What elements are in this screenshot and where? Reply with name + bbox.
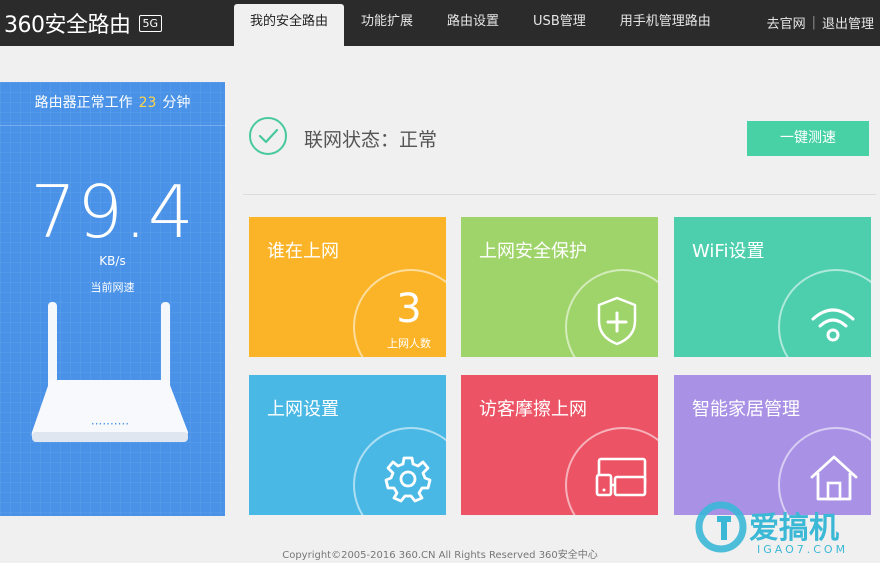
tile-title: 智能家居管理: [692, 399, 800, 420]
uptime-prefix: 路由器正常工作: [34, 95, 133, 111]
speed-panel: 路由器正常工作 23 分钟 79.4 KB/s 当前网速 ··········: [0, 82, 225, 516]
logo-text: 360安全路由: [4, 13, 131, 38]
tab-my-router[interactable]: 我的安全路由: [234, 4, 345, 46]
official-site-link[interactable]: 去官网: [767, 13, 806, 32]
watermark-url: IGAO7.COM: [757, 543, 848, 556]
uptime-value: 23: [138, 95, 157, 111]
connection-status-text: 联网状态：正常: [304, 128, 438, 151]
shield-plus-icon: [595, 295, 639, 351]
tab-usb[interactable]: USB管理: [516, 4, 603, 46]
home-icon: [808, 453, 860, 507]
divider: [243, 194, 876, 195]
tile-title: 上网设置: [267, 399, 339, 420]
online-count: 3: [396, 286, 422, 332]
tile-wifi-settings[interactable]: WiFi设置: [674, 217, 871, 357]
speed-unit: KB/s: [99, 254, 126, 268]
logout-link[interactable]: 退出管理: [822, 13, 874, 32]
tab-mobile-manage[interactable]: 用手机管理路由: [603, 4, 728, 46]
tile-title: 上网安全保护: [479, 241, 587, 262]
router-illustration-icon: ··········: [28, 302, 198, 451]
speed-test-button[interactable]: 一键测速: [747, 121, 869, 156]
watermark-logo: 爱搞机 IGAO7.COM: [695, 500, 875, 558]
tile-title: WiFi设置: [692, 241, 765, 262]
wifi-icon: [808, 295, 858, 349]
tile-internet-settings[interactable]: 上网设置: [249, 375, 446, 515]
tile-title: 谁在上网: [267, 241, 339, 262]
devices-icon: [595, 453, 651, 503]
link-separator: |: [811, 15, 816, 30]
gear-icon: [383, 453, 433, 507]
tile-guest-network[interactable]: 访客摩擦上网: [461, 375, 658, 515]
top-bar: 360安全路由 5G 我的安全路由 功能扩展 路由设置 USB管理 用手机管理路…: [0, 0, 880, 46]
connection-status: 联网状态：正常: [248, 116, 438, 160]
tile-smart-home[interactable]: 智能家居管理: [674, 375, 871, 515]
check-circle-icon: [248, 116, 288, 160]
watermark-brand: 爱搞机: [749, 511, 839, 546]
uptime-unit: 分钟: [162, 95, 191, 111]
5g-badge: 5G: [138, 14, 163, 32]
tile-title: 访客摩擦上网: [479, 399, 587, 420]
online-count-label: 上网人数: [387, 337, 431, 350]
uptime-text: 路由器正常工作 23 分钟: [0, 82, 225, 126]
current-speed-value: 79.4: [30, 170, 195, 254]
tab-router-settings[interactable]: 路由设置: [430, 4, 516, 46]
logo: 360安全路由 5G: [4, 8, 163, 38]
tile-who-online[interactable]: 谁在上网 3 上网人数: [249, 217, 446, 357]
tile-security-protection[interactable]: 上网安全保护: [461, 217, 658, 357]
tab-extensions[interactable]: 功能扩展: [344, 4, 430, 46]
router-lights: ··········: [91, 417, 129, 431]
top-links: 去官网 | 退出管理: [767, 13, 874, 32]
speed-label: 当前网速: [90, 281, 135, 294]
main-nav: 我的安全路由 功能扩展 路由设置 USB管理 用手机管理路由: [234, 4, 728, 46]
